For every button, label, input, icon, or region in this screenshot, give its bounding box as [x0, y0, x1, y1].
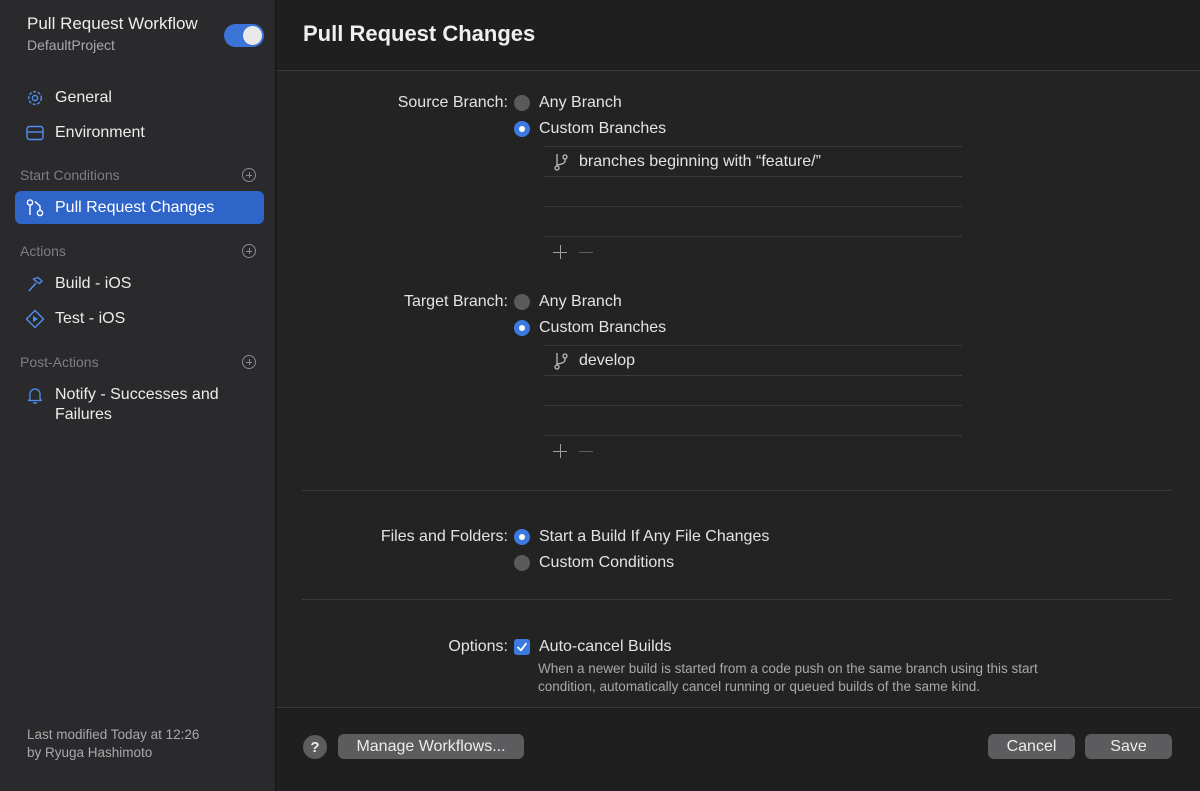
sidebar-item-label: Build - iOS — [55, 274, 132, 292]
radio-on-icon — [514, 121, 530, 137]
hammer-icon — [25, 274, 45, 294]
target-branch-add-remove — [553, 444, 593, 458]
radio-label: Custom Branches — [539, 319, 667, 336]
save-button[interactable]: Save — [1085, 734, 1172, 759]
section-divider — [302, 490, 1172, 491]
sidebar-item-notify[interactable]: Notify - Successes and Failures — [15, 381, 264, 427]
help-button[interactable]: ? — [303, 735, 327, 759]
last-modified: Last modified Today at 12:26 by Ryuga Ha… — [27, 726, 257, 762]
sidebar-item-label: General — [55, 88, 112, 106]
footer-divider — [277, 707, 1200, 708]
branch-pattern: develop — [579, 351, 636, 369]
checkbox-label: Auto-cancel Builds — [539, 638, 672, 655]
section-post-actions: Post-Actions — [20, 354, 256, 370]
modified-by-line: by Ryuga Hashimoto — [27, 745, 153, 760]
toggle-knob — [243, 26, 262, 45]
files-and-folders-label: Files and Folders: — [380, 528, 508, 545]
add-post-action-icon[interactable] — [242, 355, 256, 369]
sidebar-item-test-ios[interactable]: Test - iOS — [15, 302, 264, 335]
last-modified-line: Last modified Today at 12:26 — [27, 727, 200, 742]
gear-icon — [25, 88, 45, 108]
radio-label: Custom Conditions — [539, 554, 675, 571]
cancel-button[interactable]: Cancel — [988, 734, 1075, 759]
radio-off-icon — [514, 294, 530, 310]
target-branch-empty-row[interactable] — [544, 405, 962, 435]
checkmark-icon — [514, 639, 530, 655]
sidebar-item-environment[interactable]: Environment — [15, 116, 264, 149]
source-branch-label: Source Branch: — [397, 94, 508, 111]
custom-conditions-radio[interactable]: Custom Conditions — [514, 554, 674, 572]
target-branch-label: Target Branch: — [403, 293, 508, 310]
auto-cancel-description: When a newer build is started from a cod… — [538, 660, 1138, 696]
any-file-changes-radio[interactable]: Start a Build If Any File Changes — [514, 528, 769, 546]
workflow-enabled-toggle[interactable] — [224, 24, 264, 47]
radio-off-icon — [514, 95, 530, 111]
radio-label: Custom Branches — [539, 120, 667, 137]
section-actions: Actions — [20, 243, 256, 259]
section-start-conditions: Start Conditions — [20, 167, 256, 183]
sidebar-item-build-ios[interactable]: Build - iOS — [15, 267, 264, 300]
target-branch-row[interactable]: develop — [544, 345, 962, 375]
section-label: Actions — [20, 243, 66, 259]
branch-icon — [552, 352, 570, 370]
pull-request-icon — [25, 198, 45, 218]
server-icon — [25, 123, 45, 143]
source-custom-branches-radio[interactable]: Custom Branches — [514, 120, 666, 138]
page-title: Pull Request Changes — [303, 21, 536, 46]
source-branch-list-bottom — [544, 236, 962, 237]
source-branch-empty-row[interactable] — [544, 176, 962, 206]
source-branch-row[interactable]: branches beginning with “feature/” — [544, 146, 962, 176]
sidebar: Pull Request Workflow DefaultProject Gen… — [0, 0, 276, 791]
plus-icon[interactable] — [553, 444, 567, 458]
branch-icon — [552, 153, 570, 171]
sidebar-item-pull-request-changes[interactable]: Pull Request Changes — [15, 191, 264, 224]
section-divider — [302, 599, 1172, 600]
manage-workflows-button[interactable]: Manage Workflows... — [338, 734, 524, 759]
radio-label: Start a Build If Any File Changes — [539, 528, 770, 545]
section-label: Start Conditions — [20, 167, 120, 183]
main-panel: Pull Request Changes Source Branch: Any … — [277, 0, 1200, 791]
add-start-condition-icon[interactable] — [242, 168, 256, 182]
sidebar-item-label: Notify - Successes and Failures — [55, 386, 219, 423]
target-any-branch-radio[interactable]: Any Branch — [514, 293, 622, 311]
options-label: Options: — [448, 638, 508, 655]
bell-icon — [25, 385, 45, 405]
radio-label: Any Branch — [539, 94, 622, 111]
minus-icon[interactable] — [579, 245, 593, 259]
sidebar-item-label: Environment — [55, 123, 145, 141]
plus-icon[interactable] — [553, 245, 567, 259]
source-branch-empty-row[interactable] — [544, 206, 962, 236]
minus-icon[interactable] — [579, 444, 593, 458]
description-line: When a newer build is started from a cod… — [538, 661, 1038, 676]
target-branch-empty-row[interactable] — [544, 375, 962, 405]
auto-cancel-checkbox[interactable]: Auto-cancel Builds — [514, 638, 672, 656]
description-line: condition, automatically cancel running … — [538, 679, 981, 694]
add-action-icon[interactable] — [242, 244, 256, 258]
sidebar-item-label: Test - iOS — [55, 309, 126, 327]
test-diamond-icon — [25, 309, 45, 329]
target-branch-list-bottom — [544, 435, 962, 436]
branch-pattern: branches beginning with “feature/” — [579, 152, 821, 170]
sidebar-item-general[interactable]: General — [15, 81, 264, 114]
source-any-branch-radio[interactable]: Any Branch — [514, 94, 622, 112]
section-label: Post-Actions — [20, 354, 99, 370]
target-custom-branches-radio[interactable]: Custom Branches — [514, 319, 666, 337]
radio-off-icon — [514, 555, 530, 571]
radio-on-icon — [514, 529, 530, 545]
radio-on-icon — [514, 320, 530, 336]
source-branch-add-remove — [553, 245, 593, 259]
radio-label: Any Branch — [539, 293, 622, 310]
sidebar-item-label: Pull Request Changes — [55, 198, 215, 216]
